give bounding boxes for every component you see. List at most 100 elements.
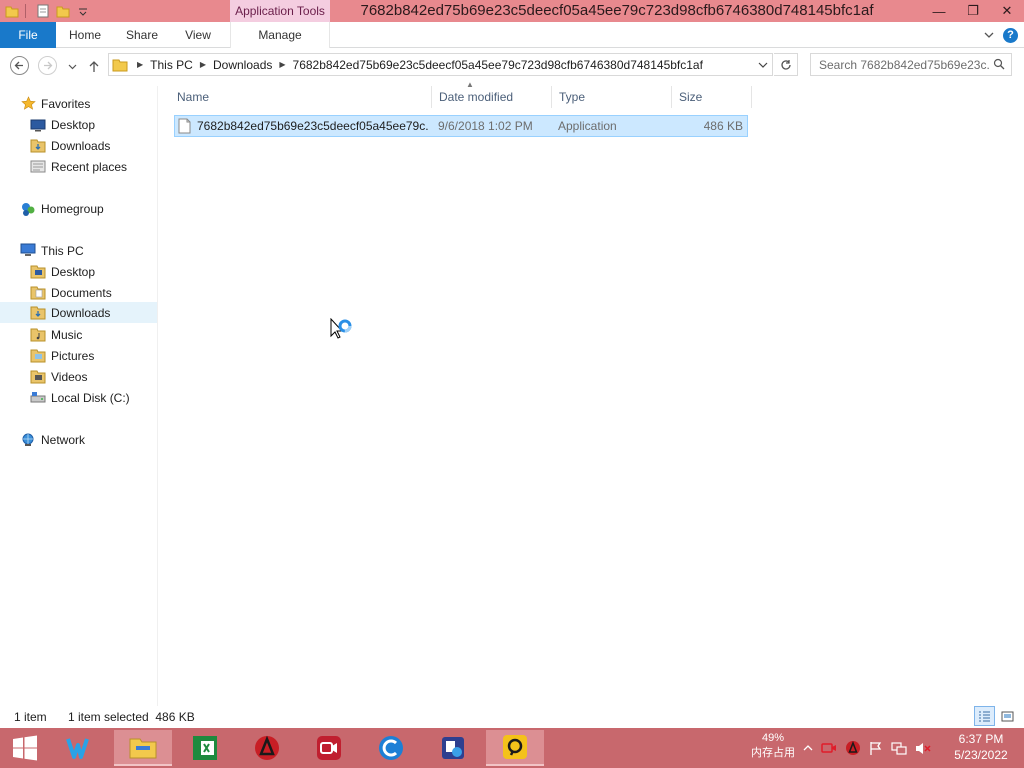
sidebar-item-label: Favorites bbox=[41, 96, 91, 111]
antivirus-app-icon bbox=[255, 735, 279, 760]
taskbar-app-player[interactable] bbox=[486, 730, 544, 766]
properties-icon[interactable] bbox=[35, 3, 51, 19]
sidebar-item-downloads[interactable]: Downloads bbox=[0, 302, 157, 323]
sidebar-item-fav-downloads[interactable]: Downloads bbox=[30, 135, 110, 156]
taskbar-app-waterfox[interactable] bbox=[52, 730, 110, 766]
media-player-icon bbox=[503, 735, 527, 759]
toolbar-divider bbox=[25, 4, 26, 18]
search-icon[interactable] bbox=[993, 58, 1005, 73]
new-folder-icon[interactable] bbox=[55, 3, 71, 19]
up-button[interactable] bbox=[84, 56, 104, 76]
sidebar-item-label: Videos bbox=[51, 369, 88, 384]
minimize-button[interactable]: — bbox=[922, 0, 956, 22]
sidebar-item-label: Pictures bbox=[51, 348, 95, 363]
taskbar-app-security[interactable] bbox=[238, 730, 296, 766]
address-dropdown-icon[interactable] bbox=[758, 59, 768, 73]
expand-ribbon-icon[interactable] bbox=[983, 29, 995, 41]
close-button[interactable]: ✕ bbox=[990, 0, 1024, 22]
memory-usage[interactable]: 49% 内存占用 bbox=[745, 731, 801, 761]
sidebar-item-this-pc[interactable]: This PC bbox=[20, 240, 84, 261]
sidebar-item-music[interactable]: Music bbox=[30, 324, 82, 345]
sidebar-item-label: Desktop bbox=[51, 117, 96, 132]
search-box[interactable] bbox=[810, 53, 1012, 76]
chevron-right-icon[interactable]: ▶ bbox=[279, 60, 285, 69]
sidebar-item-videos[interactable]: Videos bbox=[30, 366, 87, 387]
column-header-date[interactable]: Date modified bbox=[432, 86, 552, 108]
item-count: 1 item bbox=[14, 710, 47, 724]
column-header-type[interactable]: Type bbox=[552, 86, 672, 108]
pane-divider[interactable] bbox=[157, 86, 158, 706]
taskbar: 49% 内存占用 6:37 PM 5/23/2022 bbox=[0, 728, 1024, 768]
documents-folder-icon bbox=[30, 285, 46, 301]
sidebar-item-documents[interactable]: Documents bbox=[30, 282, 112, 303]
sidebar-item-local-disk[interactable]: Local Disk (C:) bbox=[30, 387, 130, 408]
drive-icon bbox=[30, 390, 46, 406]
refresh-button[interactable] bbox=[774, 53, 798, 76]
ribbon-tabs: File Home Share View Manage ? bbox=[0, 22, 1024, 48]
taskbar-app-ccleaner[interactable] bbox=[362, 730, 420, 766]
sidebar-item-recent-places[interactable]: Recent places bbox=[30, 156, 127, 177]
details-view-icon[interactable] bbox=[974, 706, 995, 726]
sidebar-item-network[interactable]: Network bbox=[20, 429, 85, 450]
cleaner-app-icon bbox=[379, 736, 403, 760]
file-name: 7682b842ed75b69e23c5deecf05a45ee79c... bbox=[197, 119, 428, 133]
star-icon bbox=[20, 96, 36, 112]
breadcrumb-downloads[interactable]: Downloads bbox=[213, 58, 272, 72]
spreadsheet-app-icon bbox=[193, 736, 217, 760]
start-button[interactable] bbox=[0, 730, 50, 766]
tab-view[interactable]: View bbox=[176, 22, 220, 48]
sidebar-item-favorites[interactable]: Favorites bbox=[20, 93, 90, 114]
navigation-pane: Favorites Desktop Downloads Recent place… bbox=[0, 88, 157, 704]
taskbar-app-excel[interactable] bbox=[176, 730, 234, 766]
recent-locations-button[interactable] bbox=[62, 56, 82, 76]
recent-places-icon bbox=[30, 159, 46, 175]
title-bar: Application Tools 7682b842ed75b69e23c5de… bbox=[0, 0, 1024, 22]
sidebar-item-label: Homegroup bbox=[41, 201, 104, 216]
column-header-size[interactable]: Size bbox=[672, 86, 752, 108]
chevron-right-icon[interactable]: ▶ bbox=[137, 60, 143, 69]
address-bar[interactable]: ▶ This PC ▶ Downloads ▶ 7682b842ed75b69e… bbox=[108, 53, 773, 76]
action-center-flag-icon[interactable] bbox=[869, 741, 883, 756]
sidebar-item-fav-desktop[interactable]: Desktop bbox=[30, 114, 95, 135]
memory-percent: 49% bbox=[761, 732, 785, 744]
breadcrumb-current-folder[interactable]: 7682b842ed75b69e23c5deecf05a45ee79c723d9… bbox=[293, 58, 703, 72]
refresh-icon bbox=[780, 59, 791, 70]
videos-folder-icon bbox=[30, 369, 46, 385]
forward-button[interactable] bbox=[38, 56, 57, 75]
customize-toolbar-icon[interactable] bbox=[75, 3, 91, 19]
sidebar-item-pictures[interactable]: Pictures bbox=[30, 345, 94, 366]
sidebar-item-label: Local Disk (C:) bbox=[51, 390, 130, 405]
taskbar-app-recorder[interactable] bbox=[300, 730, 358, 766]
tab-share[interactable]: Share bbox=[118, 22, 166, 48]
downloads-folder-icon bbox=[30, 138, 46, 154]
clock[interactable]: 6:37 PM 5/23/2022 bbox=[945, 731, 1017, 763]
antivirus-tray-icon[interactable] bbox=[845, 740, 861, 756]
sidebar-item-label: Desktop bbox=[51, 264, 96, 279]
sidebar-item-label: Network bbox=[41, 432, 86, 447]
volume-muted-icon[interactable] bbox=[915, 741, 931, 756]
breadcrumb-this-pc[interactable]: This PC bbox=[150, 58, 193, 72]
chevron-right-icon[interactable]: ▶ bbox=[200, 60, 206, 69]
sidebar-item-label: Downloads bbox=[51, 305, 111, 320]
sidebar-item-label: Downloads bbox=[51, 138, 111, 153]
column-header-name[interactable]: Name bbox=[170, 86, 432, 108]
sidebar-item-homegroup[interactable]: Homegroup bbox=[20, 198, 104, 219]
taskbar-app-file-explorer[interactable] bbox=[114, 730, 172, 766]
taskbar-app-utility[interactable] bbox=[424, 730, 482, 766]
recorder-tray-icon[interactable] bbox=[821, 741, 837, 755]
search-input[interactable] bbox=[819, 57, 989, 72]
restore-button[interactable]: ❐ bbox=[956, 0, 990, 22]
tab-manage[interactable]: Manage bbox=[230, 22, 330, 48]
file-name-cell[interactable]: 7682b842ed75b69e23c5deecf05a45ee79c... bbox=[178, 116, 428, 136]
window-title: 7682b842ed75b69e23c5deecf05a45ee79c723d9… bbox=[360, 2, 874, 19]
file-explorer-icon bbox=[129, 738, 157, 759]
network-status-icon[interactable] bbox=[891, 741, 907, 756]
file-row[interactable]: 7682b842ed75b69e23c5deecf05a45ee79c... 9… bbox=[174, 115, 748, 137]
help-icon[interactable]: ? bbox=[1003, 27, 1018, 43]
back-button[interactable] bbox=[10, 56, 29, 75]
sidebar-item-pc-desktop[interactable]: Desktop bbox=[30, 261, 95, 282]
show-hidden-icons-icon[interactable] bbox=[803, 743, 813, 753]
tab-home[interactable]: Home bbox=[60, 22, 110, 48]
tab-file[interactable]: File bbox=[0, 22, 56, 48]
large-icons-view-icon[interactable] bbox=[997, 706, 1018, 726]
